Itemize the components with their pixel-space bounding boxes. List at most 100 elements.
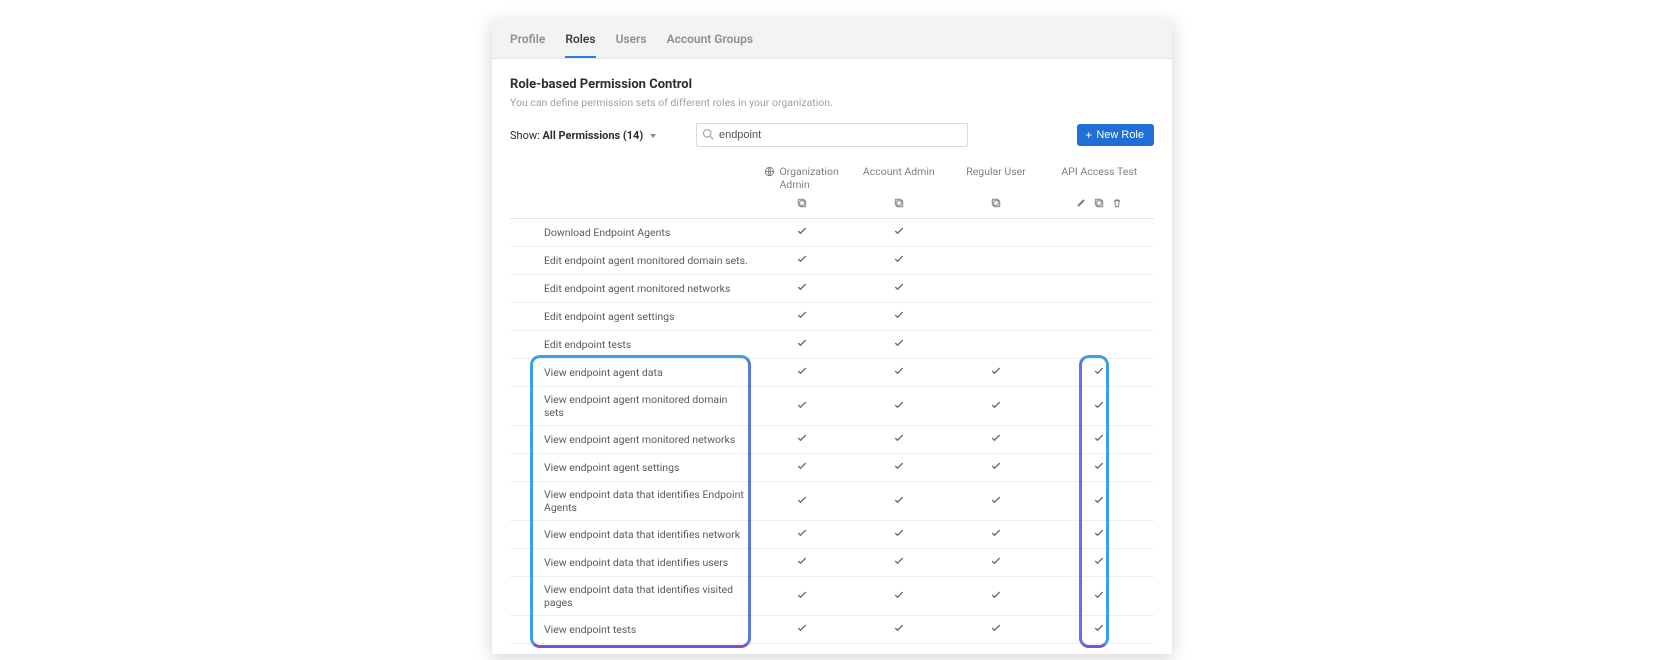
permission-cell[interactable] [850, 454, 947, 482]
permission-label: View endpoint data that identifies users [510, 549, 753, 577]
check-icon [796, 432, 808, 444]
permission-cell[interactable] [753, 359, 850, 387]
new-role-button[interactable]: + New Role [1077, 124, 1154, 146]
permission-cell[interactable] [753, 521, 850, 549]
permission-label: Download Endpoint Agents [510, 219, 753, 247]
permission-cell[interactable] [1045, 219, 1154, 247]
permission-cell[interactable] [947, 219, 1044, 247]
permission-cell[interactable] [850, 275, 947, 303]
permission-cell[interactable] [850, 303, 947, 331]
permission-cell[interactable] [753, 549, 850, 577]
permission-cell[interactable] [947, 482, 1044, 521]
permission-cell[interactable] [1045, 426, 1154, 454]
permission-cell[interactable] [947, 331, 1044, 359]
role-actions [1045, 195, 1154, 219]
check-icon [893, 622, 905, 634]
permission-cell[interactable] [850, 616, 947, 644]
permission-cell[interactable] [1045, 521, 1154, 549]
permission-cell[interactable] [1045, 387, 1154, 426]
globe-icon [764, 166, 775, 177]
delete-icon[interactable] [1111, 197, 1123, 209]
check-icon [1093, 555, 1105, 567]
permission-cell[interactable] [753, 482, 850, 521]
permission-cell[interactable] [753, 387, 850, 426]
permission-cell[interactable] [947, 454, 1044, 482]
permission-cell[interactable] [947, 549, 1044, 577]
permission-cell[interactable] [1045, 577, 1154, 616]
copy-icon[interactable] [796, 197, 808, 209]
tab-roles[interactable]: Roles [565, 20, 595, 58]
plus-icon: + [1085, 129, 1092, 141]
role-header: API Access Test [1045, 163, 1154, 195]
check-icon [796, 589, 808, 601]
permission-cell[interactable] [1045, 303, 1154, 331]
controls-row: Show: All Permissions (14) + New Role [510, 123, 1154, 147]
copy-icon[interactable] [990, 197, 1002, 209]
permission-row: Download Endpoint Agents [510, 219, 1154, 247]
permission-cell[interactable] [947, 275, 1044, 303]
permission-cell[interactable] [753, 331, 850, 359]
permission-cell[interactable] [753, 303, 850, 331]
permission-cell[interactable] [1045, 275, 1154, 303]
show-filter[interactable]: Show: All Permissions (14) [510, 129, 656, 142]
permission-cell[interactable] [850, 331, 947, 359]
edit-icon[interactable] [1075, 197, 1087, 209]
permission-cell[interactable] [850, 426, 947, 454]
tab-users[interactable]: Users [616, 20, 647, 58]
check-icon [990, 555, 1002, 567]
page-title: Role-based Permission Control [510, 77, 1154, 92]
permission-cell[interactable] [850, 577, 947, 616]
check-icon [1093, 527, 1105, 539]
permission-cell[interactable] [947, 521, 1044, 549]
check-icon [1093, 460, 1105, 472]
check-icon [1093, 432, 1105, 444]
permission-cell[interactable] [947, 359, 1044, 387]
search-input[interactable] [696, 123, 968, 147]
permission-cell[interactable] [850, 219, 947, 247]
permission-cell[interactable] [1045, 247, 1154, 275]
chevron-down-icon [650, 134, 656, 138]
permission-cell[interactable] [1045, 616, 1154, 644]
permission-cell[interactable] [1045, 549, 1154, 577]
permission-cell[interactable] [850, 549, 947, 577]
permission-cell[interactable] [850, 247, 947, 275]
check-icon [796, 494, 808, 506]
role-actions [947, 195, 1044, 219]
permission-cell[interactable] [1045, 482, 1154, 521]
tab-bar: Profile Roles Users Account Groups [492, 20, 1172, 59]
permission-cell[interactable] [753, 247, 850, 275]
permission-cell[interactable] [1045, 454, 1154, 482]
permission-cell[interactable] [1045, 331, 1154, 359]
role-actions [753, 195, 850, 219]
permission-cell[interactable] [753, 219, 850, 247]
permission-cell[interactable] [947, 387, 1044, 426]
copy-icon[interactable] [1093, 197, 1105, 209]
check-icon [796, 281, 808, 293]
permission-cell[interactable] [947, 426, 1044, 454]
tab-profile[interactable]: Profile [510, 20, 545, 58]
check-icon [893, 365, 905, 377]
check-icon [893, 253, 905, 265]
role-header: Account Admin [850, 163, 947, 195]
permission-cell[interactable] [850, 521, 947, 549]
tab-account-groups[interactable]: Account Groups [667, 20, 753, 58]
permission-cell[interactable] [753, 577, 850, 616]
check-icon [990, 589, 1002, 601]
permission-cell[interactable] [947, 577, 1044, 616]
permission-cell[interactable] [947, 303, 1044, 331]
settings-panel: Profile Roles Users Account Groups Role-bas… [492, 20, 1172, 654]
check-icon [796, 309, 808, 321]
permission-cell[interactable] [753, 454, 850, 482]
permission-cell[interactable] [947, 616, 1044, 644]
permission-cell[interactable] [1045, 359, 1154, 387]
permission-cell[interactable] [850, 359, 947, 387]
check-icon [1093, 589, 1105, 601]
permission-cell[interactable] [753, 426, 850, 454]
copy-icon[interactable] [893, 197, 905, 209]
permission-cell[interactable] [947, 247, 1044, 275]
permission-cell[interactable] [753, 616, 850, 644]
permission-row: Edit endpoint agent monitored domain set… [510, 247, 1154, 275]
permission-cell[interactable] [850, 482, 947, 521]
permission-cell[interactable] [753, 275, 850, 303]
permission-cell[interactable] [850, 387, 947, 426]
